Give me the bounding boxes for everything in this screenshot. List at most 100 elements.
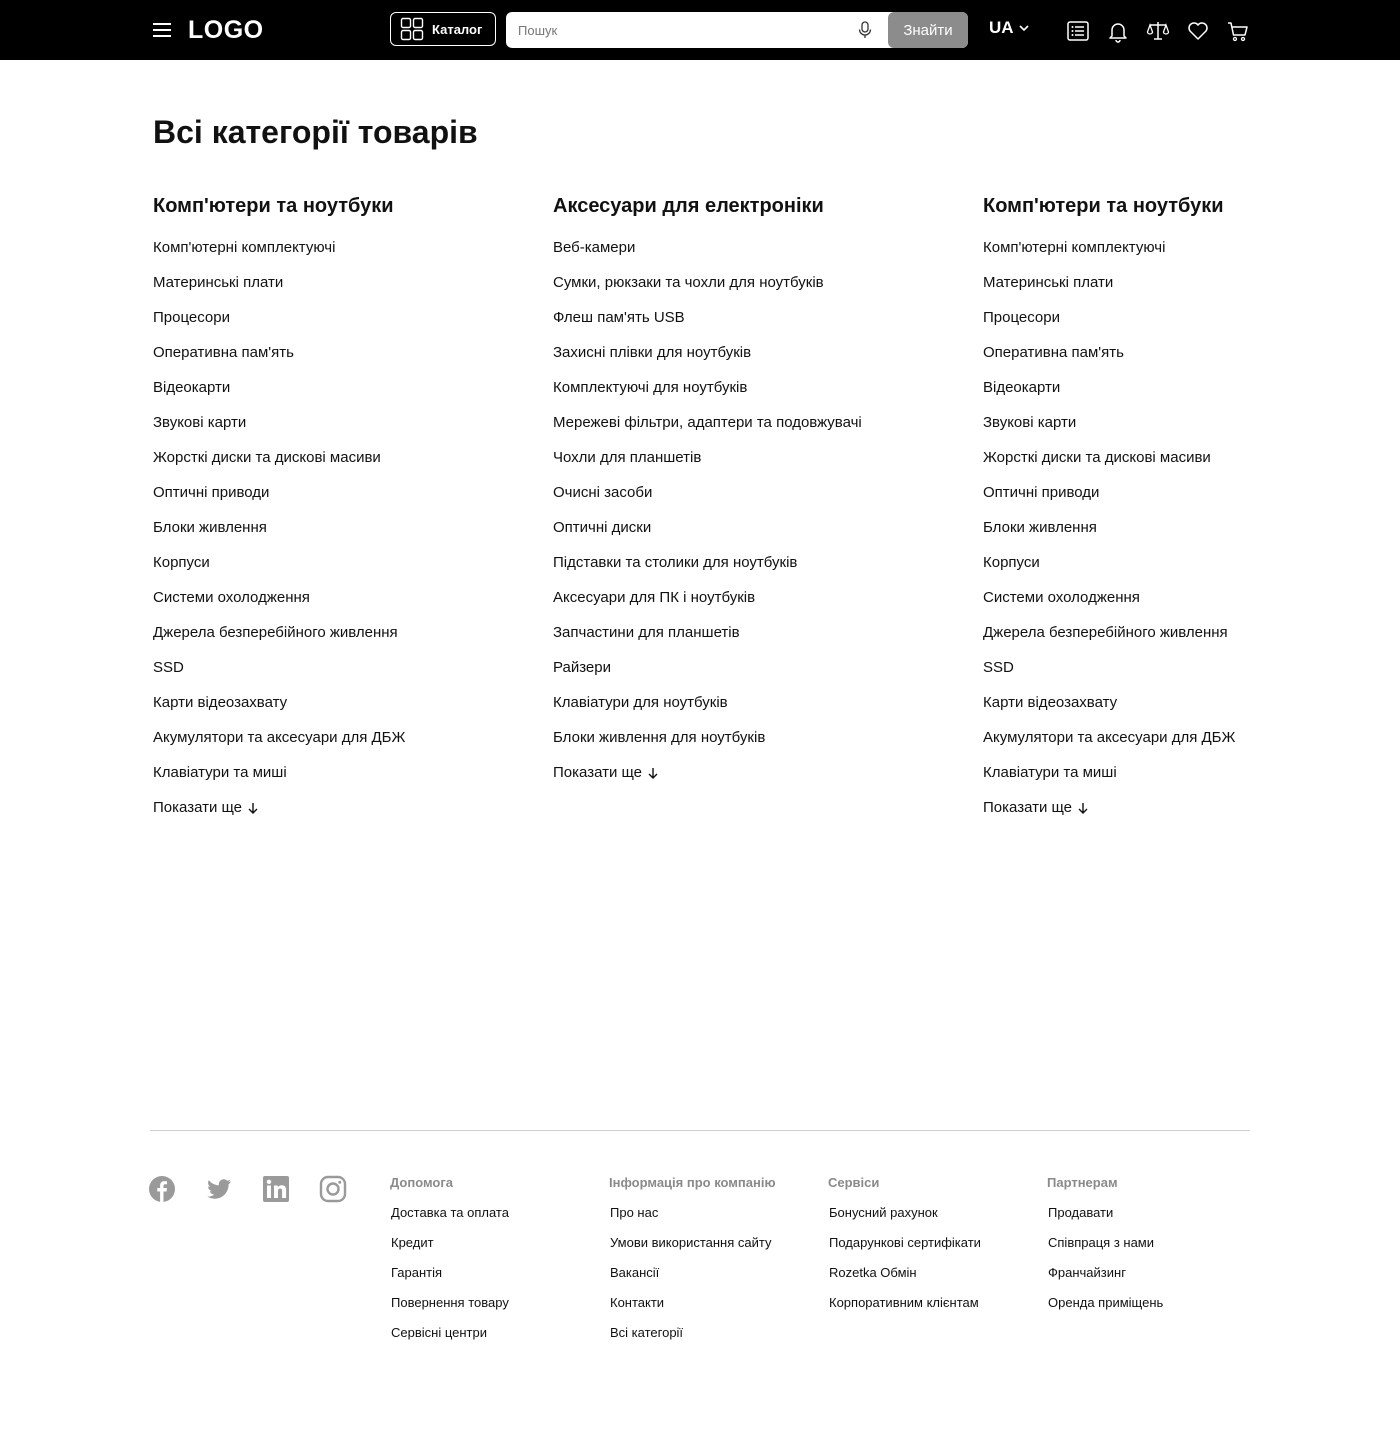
category-link[interactable]: SSD [153,658,405,693]
footer-link[interactable]: Гарантія [391,1265,509,1295]
category-link[interactable]: Відеокарти [983,378,1235,413]
menu-icon[interactable] [151,19,173,41]
footer-link[interactable]: Вакансії [610,1265,776,1295]
microphone-icon[interactable] [856,21,874,39]
category-link[interactable]: Відеокарти [153,378,405,413]
footer-column: Інформація про компанію Про нас Умови вико… [609,1175,776,1355]
list-icon[interactable] [1066,19,1090,43]
category-link[interactable]: Корпуси [983,553,1235,588]
logo[interactable]: LOGO [188,14,264,46]
footer-link[interactable]: Оренда приміщень [1048,1295,1163,1325]
category-link[interactable]: Акумулятори та аксесуари для ДБЖ [153,728,405,763]
show-more-link[interactable]: Показати ще [153,798,405,833]
category-link[interactable]: Корпуси [153,553,405,588]
chevron-down-icon [1018,25,1029,32]
search-input[interactable] [506,12,870,48]
category-link[interactable]: Райзери [553,658,862,693]
category-link[interactable]: Системи охолодження [983,588,1235,623]
category-column: Комп'ютери та ноутбуки Комп'ютерні компле… [983,192,1235,833]
twitter-icon[interactable] [205,1175,233,1203]
page-title: Всі категорії товарів [153,114,478,150]
category-link[interactable]: Веб-камери [553,238,862,273]
category-link[interactable]: Материнські плати [983,273,1235,308]
category-link[interactable]: Акумулятори та аксесуари для ДБЖ [983,728,1235,763]
language-selector[interactable]: UA [989,18,1030,38]
facebook-icon[interactable] [148,1175,176,1203]
category-link[interactable]: Звукові карти [983,413,1235,448]
show-more-link[interactable]: Показати ще [983,798,1235,833]
footer-link[interactable]: Повернення товару [391,1295,509,1325]
language-label: UA [989,18,1014,37]
category-link[interactable]: Процесори [153,308,405,343]
footer-link-list: Бонусний рахунок Подарункові сертифікати R… [829,1205,981,1325]
footer-link[interactable]: Умови використання сайту [610,1235,776,1265]
footer-link[interactable]: Всі категорії [610,1325,776,1355]
category-link[interactable]: Клавіатури та миші [983,763,1235,798]
footer-link[interactable]: Кредит [391,1235,509,1265]
category-link[interactable]: Карти відеозахвату [983,693,1235,728]
category-link[interactable]: Блоки живлення [983,518,1235,553]
category-link[interactable]: SSD [983,658,1235,693]
footer-link[interactable]: Доставка та оплата [391,1205,509,1235]
category-link[interactable]: Блоки живлення [153,518,405,553]
category-link[interactable]: Мережеві фільтри, адаптери та подовжувач… [553,413,862,448]
category-link[interactable]: Оптичні диски [553,518,862,553]
category-link[interactable]: Жорсткі диски та дискові масиви [983,448,1235,483]
category-link[interactable]: Аксесуари для ПК і ноутбуків [553,588,862,623]
category-link[interactable]: Процесори [983,308,1235,343]
footer-link[interactable]: Співпраця з нами [1048,1235,1163,1265]
category-column-title[interactable]: Комп'ютери та ноутбуки [983,192,1235,220]
compare-scales-icon[interactable] [1146,19,1170,43]
category-link[interactable]: Комп'ютерні комплектуючі [983,238,1235,273]
footer-link[interactable]: Сервісні центри [391,1325,509,1355]
footer-link[interactable]: Про нас [610,1205,776,1235]
category-column: Комп'ютери та ноутбуки Комп'ютерні компле… [153,192,405,833]
category-link[interactable]: Очисні засоби [553,483,862,518]
footer-link[interactable]: Rozetka Обмін [829,1265,981,1295]
cart-icon[interactable] [1226,19,1250,43]
category-link[interactable]: Джерела безперебійного живлення [983,623,1235,658]
bell-icon[interactable] [1106,19,1130,43]
category-link[interactable]: Запчастини для планшетів [553,623,862,658]
linkedin-icon[interactable] [262,1175,290,1203]
category-link[interactable]: Захисні плівки для ноутбуків [553,343,862,378]
category-link[interactable]: Комплектуючі для ноутбуків [553,378,862,413]
search-bar: Знайти [506,12,968,48]
category-link[interactable]: Оперативна пам'ять [983,343,1235,378]
footer-link[interactable]: Подарункові сертифікати [829,1235,981,1265]
category-link[interactable]: Сумки, рюкзаки та чохли для ноутбуків [553,273,862,308]
footer-column: Допомога Доставка та оплата Кредит Гарантія… [390,1175,509,1355]
show-more-label: Показати ще [553,764,643,781]
footer-link[interactable]: Бонусний рахунок [829,1205,981,1235]
category-link[interactable]: Клавіатури для ноутбуків [553,693,862,728]
top-header: LOGO Каталог Знайти UA [0,0,1400,60]
catalog-button[interactable]: Каталог [390,12,496,46]
footer-link[interactable]: Контакти [610,1295,776,1325]
category-list: Веб-камери Сумки, рюкзаки та чохли для но… [553,238,862,798]
category-link[interactable]: Звукові карти [153,413,405,448]
heart-icon[interactable] [1186,19,1210,43]
category-link[interactable]: Жорсткі диски та дискові масиви [153,448,405,483]
show-more-link[interactable]: Показати ще [553,763,862,798]
category-link[interactable]: Флеш пам'ять USB [553,308,862,343]
category-column-title[interactable]: Аксесуари для електроніки [553,192,862,220]
category-link[interactable]: Оптичні приводи [983,483,1235,518]
category-link[interactable]: Підставки та столики для ноутбуків [553,553,862,588]
footer-link[interactable]: Франчайзинг [1048,1265,1163,1295]
footer-link[interactable]: Корпоративним клієнтам [829,1295,981,1325]
instagram-icon[interactable] [319,1175,347,1203]
category-link[interactable]: Оптичні приводи [153,483,405,518]
search-button[interactable]: Знайти [888,12,968,48]
category-link[interactable]: Клавіатури та миші [153,763,405,798]
category-link[interactable]: Чохли для планшетів [553,448,862,483]
category-link[interactable]: Карти відеозахвату [153,693,405,728]
category-link[interactable]: Комп'ютерні комплектуючі [153,238,405,273]
category-link[interactable]: Материнські плати [153,273,405,308]
footer-link[interactable]: Продавати [1048,1205,1163,1235]
category-link[interactable]: Оперативна пам'ять [153,343,405,378]
category-link[interactable]: Джерела безперебійного живлення [153,623,405,658]
category-link[interactable]: Блоки живлення для ноутбуків [553,728,862,763]
category-link[interactable]: Системи охолодження [153,588,405,623]
footer-link-list: Продавати Співпраця з нами Франчайзинг Орен… [1048,1205,1163,1325]
category-column-title[interactable]: Комп'ютери та ноутбуки [153,192,405,220]
